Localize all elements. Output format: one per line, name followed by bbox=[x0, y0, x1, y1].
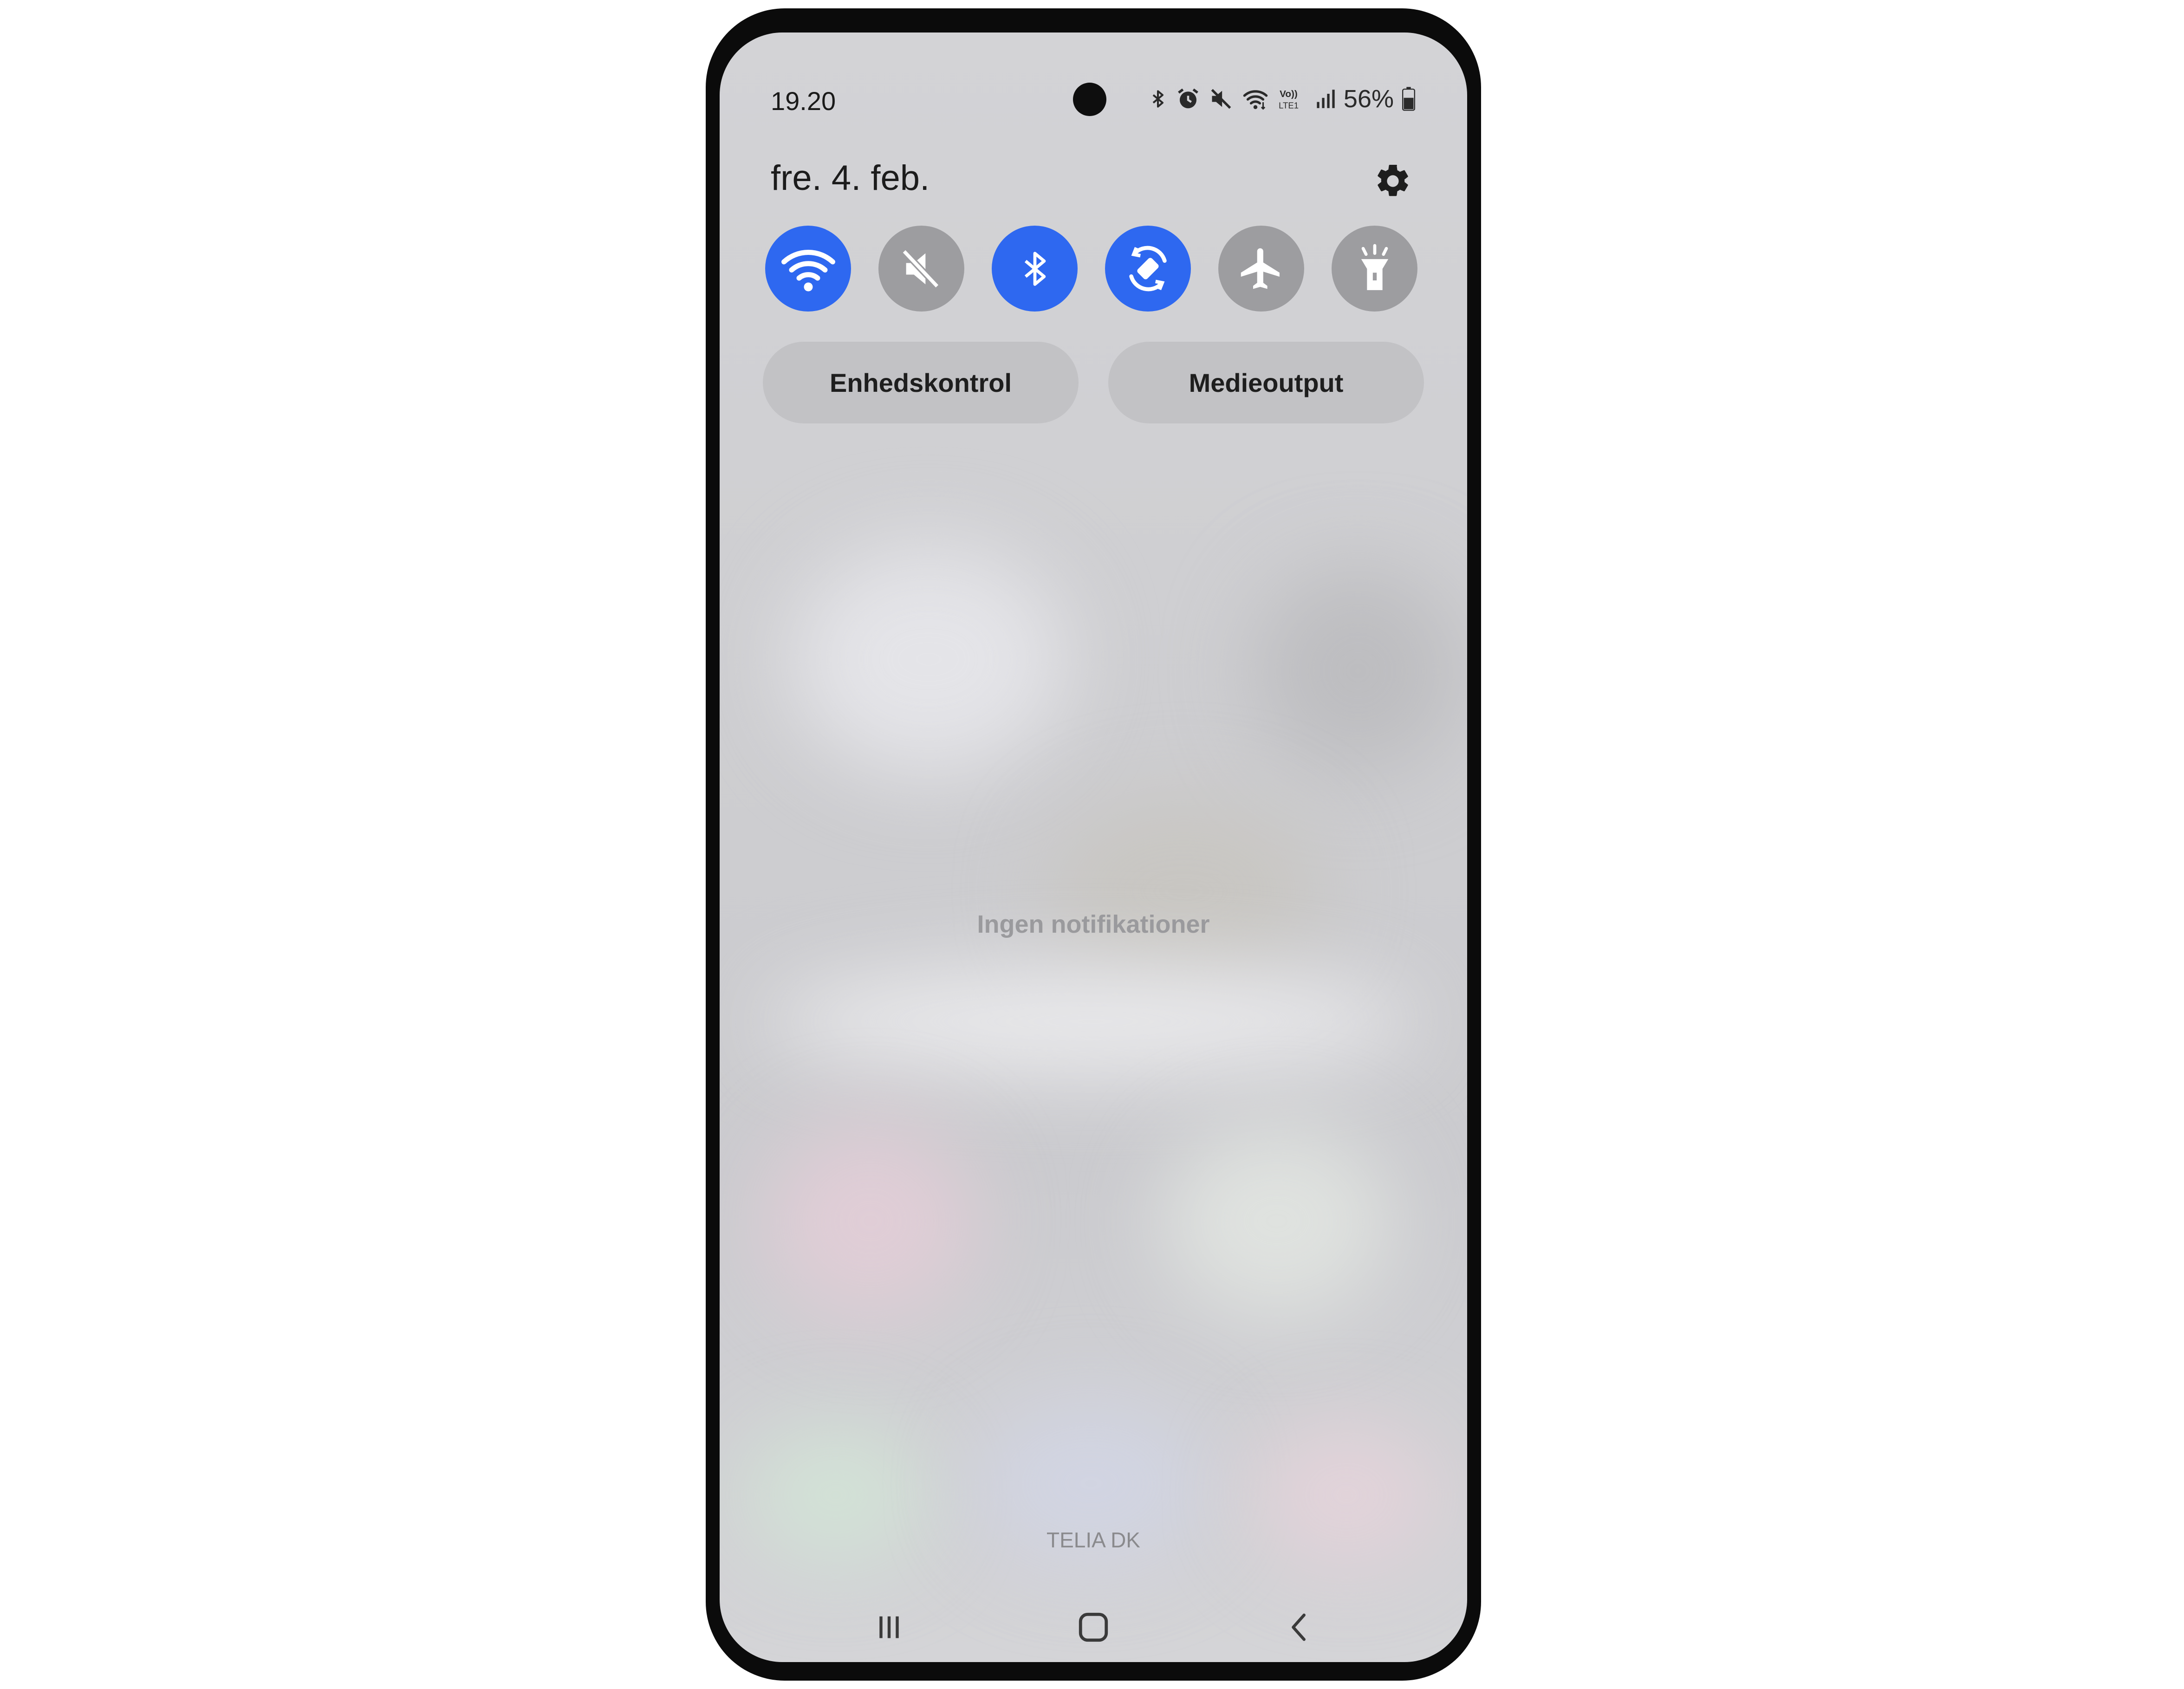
wifi-icon bbox=[781, 249, 835, 291]
gear-icon bbox=[1378, 164, 1408, 196]
mute-icon bbox=[1211, 89, 1231, 109]
home-icon bbox=[1079, 1612, 1108, 1642]
back-icon bbox=[1292, 1613, 1306, 1641]
sound-toggle[interactable] bbox=[878, 226, 964, 312]
svg-text:LTE1: LTE1 bbox=[1279, 101, 1299, 110]
wallpaper-blur bbox=[1045, 799, 1323, 984]
battery-icon bbox=[1402, 87, 1415, 111]
status-icons: Vo)) LTE1 56% bbox=[1149, 83, 1415, 115]
airplane-icon bbox=[1241, 248, 1280, 289]
svg-text:Vo)): Vo)) bbox=[1280, 89, 1298, 99]
wallpaper-blur bbox=[789, 543, 1068, 775]
battery-percent: 56% bbox=[1343, 85, 1394, 113]
flashlight-toggle[interactable] bbox=[1332, 226, 1417, 312]
recents-button[interactable] bbox=[864, 1602, 915, 1653]
airplane-toggle[interactable] bbox=[1218, 226, 1304, 312]
bluetooth-icon bbox=[1024, 251, 1046, 286]
carrier-label: TELIA DK bbox=[1046, 1528, 1140, 1552]
auto-rotate-toggle[interactable] bbox=[1105, 226, 1191, 312]
volte-lte-icon: Vo)) LTE1 bbox=[1279, 89, 1299, 110]
rotate-icon bbox=[1129, 246, 1167, 292]
notification-shade: 19.20 Vo)) LTE1 56% fre. 4. feb. Enhedsk… bbox=[720, 32, 1467, 1662]
wifi-toggle[interactable] bbox=[765, 226, 851, 312]
bluetooth-toggle[interactable] bbox=[992, 226, 1078, 312]
flashlight-icon bbox=[1361, 244, 1388, 290]
mute-icon bbox=[901, 249, 939, 288]
home-button[interactable] bbox=[1068, 1602, 1119, 1653]
date-label: fre. 4. feb. bbox=[771, 158, 930, 198]
wallpaper-blur bbox=[1254, 566, 1462, 775]
signal-icon bbox=[1317, 90, 1335, 108]
bluetooth-icon bbox=[1152, 90, 1164, 108]
quick-settings-row bbox=[765, 226, 1417, 312]
status-time: 19.20 bbox=[771, 86, 836, 116]
front-camera bbox=[1073, 83, 1106, 116]
settings-button[interactable] bbox=[1370, 158, 1416, 204]
device-control-button[interactable]: Enhedskontrol bbox=[763, 342, 1079, 423]
wallpaper-blur bbox=[766, 970, 1416, 1072]
recents-icon bbox=[879, 1616, 899, 1638]
back-button[interactable] bbox=[1274, 1602, 1326, 1653]
no-notifications-text: Ingen notifikationer bbox=[977, 910, 1210, 938]
wallpaper-blur bbox=[1161, 1124, 1393, 1319]
alarm-icon bbox=[1178, 88, 1198, 109]
media-output-button[interactable]: Medieoutput bbox=[1108, 342, 1424, 423]
phone-frame: 19.20 Vo)) LTE1 56% fre. 4. feb. Enhedsk… bbox=[706, 8, 1481, 1681]
wifi-icon bbox=[1243, 90, 1268, 110]
wallpaper-blur bbox=[766, 1124, 975, 1319]
